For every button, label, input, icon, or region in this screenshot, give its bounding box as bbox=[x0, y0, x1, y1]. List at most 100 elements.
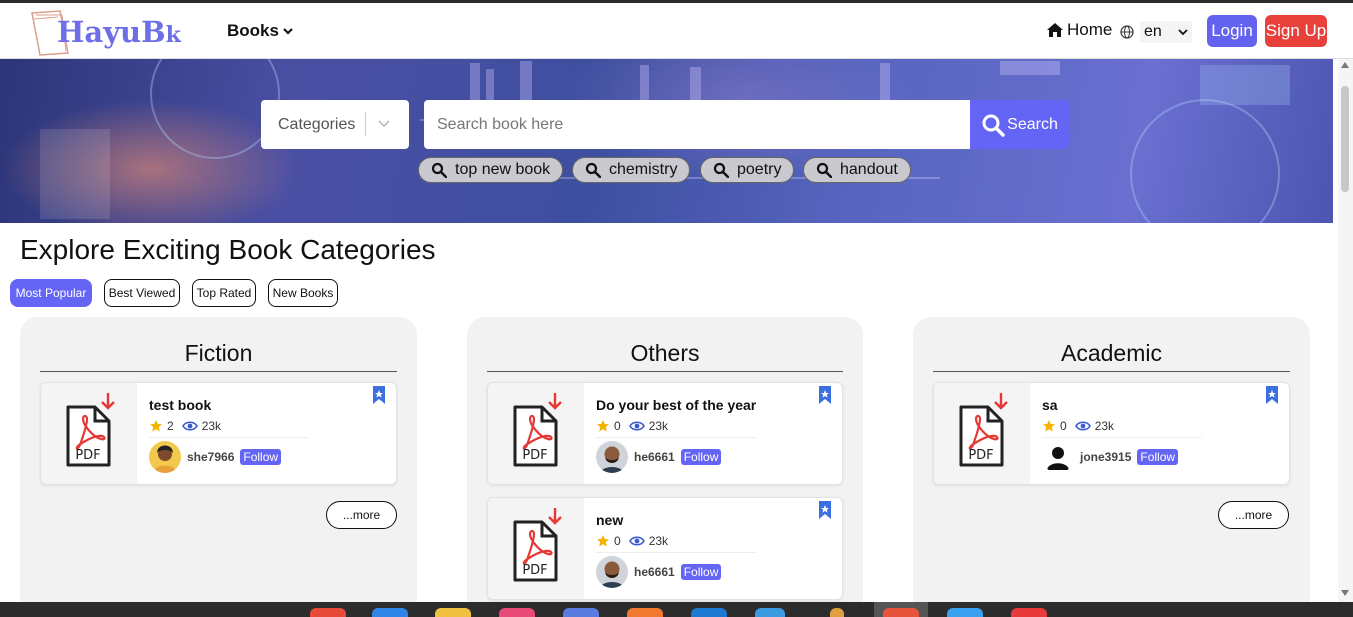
books-menu-label: Books bbox=[227, 21, 279, 40]
search-suggestion-chip[interactable]: top new book bbox=[418, 157, 564, 183]
book-rating: 0 bbox=[614, 534, 621, 548]
hero-book bbox=[1000, 61, 1060, 75]
book-rating: 0 bbox=[1060, 419, 1067, 433]
book-card[interactable]: PDF sa 0 23k jone3915 Follow bbox=[933, 382, 1290, 485]
taskbar-app-icon[interactable] bbox=[310, 608, 346, 617]
taskbar-app-icon[interactable] bbox=[830, 608, 844, 617]
tab-most-popular[interactable]: Most Popular bbox=[10, 279, 92, 307]
book-title[interactable]: test book bbox=[149, 397, 211, 413]
eye-icon bbox=[181, 421, 198, 431]
avatar[interactable] bbox=[1042, 441, 1074, 473]
search-input[interactable]: Search book here bbox=[424, 100, 970, 149]
language-select[interactable]: en bbox=[1140, 21, 1192, 43]
chip-label: poetry bbox=[737, 161, 782, 178]
category-panel-academic: Academic PDF sa 0 23k jone3915 Follow ..… bbox=[913, 317, 1310, 617]
bookmark-icon[interactable] bbox=[372, 385, 386, 405]
author-name[interactable]: she7966 bbox=[187, 450, 234, 464]
book-title[interactable]: Do your best of the year bbox=[596, 397, 756, 413]
book-author: she7966 Follow bbox=[149, 441, 282, 473]
taskbar-app-icon[interactable] bbox=[755, 608, 785, 617]
login-button[interactable]: Login bbox=[1207, 15, 1257, 47]
author-name[interactable]: he6661 bbox=[634, 450, 675, 464]
default-user-icon bbox=[1042, 441, 1074, 473]
book-rating: 2 bbox=[167, 419, 174, 433]
bookmark-icon[interactable] bbox=[818, 500, 832, 520]
home-icon bbox=[1047, 23, 1063, 37]
pdf-label: PDF bbox=[75, 448, 100, 463]
site-header: HayuBk Books Home en Login Sign Up bbox=[0, 3, 1353, 59]
follow-button[interactable]: Follow bbox=[680, 449, 722, 465]
book-stats: 0 23k bbox=[1042, 419, 1202, 438]
taskbar-app-icon[interactable] bbox=[563, 608, 599, 617]
book-card[interactable]: PDF Do your best of the year 0 23k he666… bbox=[487, 382, 843, 485]
taskbar-app-icon[interactable] bbox=[372, 608, 408, 617]
tab-top-rated[interactable]: Top Rated bbox=[192, 279, 256, 307]
star-icon bbox=[1043, 420, 1055, 432]
taskbar-app-icon[interactable] bbox=[1011, 608, 1047, 617]
author-name[interactable]: he6661 bbox=[634, 565, 675, 579]
avatar-image bbox=[596, 556, 628, 588]
language-value: en bbox=[1144, 23, 1162, 40]
eye-icon bbox=[1074, 421, 1091, 431]
avatar[interactable] bbox=[596, 441, 628, 473]
chip-label: handout bbox=[840, 161, 898, 178]
chip-label: chemistry bbox=[609, 161, 678, 178]
taskbar-app-icon[interactable] bbox=[691, 608, 727, 617]
signup-button[interactable]: Sign Up bbox=[1265, 15, 1327, 47]
logo[interactable]: HayuBk bbox=[30, 9, 181, 57]
follow-button[interactable]: Follow bbox=[1137, 449, 1179, 465]
search-suggestion-chip[interactable]: poetry bbox=[700, 157, 795, 183]
tab-new-books[interactable]: New Books bbox=[268, 279, 338, 307]
home-link-label: Home bbox=[1067, 20, 1113, 39]
search-button[interactable]: Search bbox=[970, 100, 1069, 149]
avatar[interactable] bbox=[596, 556, 628, 588]
avatar[interactable] bbox=[149, 441, 181, 473]
eye-icon bbox=[628, 421, 645, 431]
author-name[interactable]: jone3915 bbox=[1080, 450, 1131, 464]
search-icon bbox=[816, 162, 832, 178]
taskbar-app-icon[interactable] bbox=[499, 608, 535, 617]
star-icon bbox=[597, 420, 609, 432]
search-suggestion-chip[interactable]: handout bbox=[803, 157, 911, 183]
taskbar-app-icon[interactable] bbox=[947, 608, 983, 617]
divider bbox=[596, 552, 756, 553]
book-card[interactable]: PDF test book 2 23k she7966 Follow bbox=[40, 382, 397, 485]
book-title[interactable]: new bbox=[596, 512, 623, 528]
books-menu[interactable]: Books bbox=[227, 21, 294, 41]
search-icon bbox=[713, 162, 729, 178]
avatar-image bbox=[149, 441, 181, 473]
search-suggestion-chip[interactable]: chemistry bbox=[572, 157, 691, 183]
category-panel-fiction: Fiction PDF test book 2 23k she7966 Foll… bbox=[20, 317, 417, 617]
search-placeholder: Search book here bbox=[437, 115, 564, 133]
category-title: Others bbox=[487, 340, 843, 372]
follow-button[interactable]: Follow bbox=[680, 564, 722, 580]
pdf-file-icon: PDF bbox=[959, 393, 1008, 467]
book-card[interactable]: PDF new 0 23k he6661 Follow bbox=[487, 497, 843, 600]
scroll-down-arrow[interactable] bbox=[1341, 590, 1349, 596]
home-link[interactable]: Home bbox=[1046, 20, 1112, 40]
hero-ring bbox=[1130, 99, 1280, 223]
scrollbar-thumb[interactable] bbox=[1341, 86, 1349, 192]
page-title: Explore Exciting Book Categories bbox=[20, 234, 436, 265]
pdf-label: PDF bbox=[968, 448, 993, 463]
bookmark-icon[interactable] bbox=[1265, 385, 1279, 405]
divider bbox=[365, 112, 366, 136]
category-select[interactable]: Categories bbox=[261, 100, 409, 149]
taskbar-app-icon[interactable] bbox=[883, 608, 919, 617]
chip-label: top new book bbox=[455, 161, 551, 178]
more-button[interactable]: ...more bbox=[1218, 501, 1289, 529]
scroll-up-arrow[interactable] bbox=[1341, 62, 1349, 68]
book-title[interactable]: sa bbox=[1042, 397, 1058, 413]
tab-best-viewed[interactable]: Best Viewed bbox=[104, 279, 180, 307]
taskbar-app-icon[interactable] bbox=[627, 608, 663, 617]
more-button[interactable]: ...more bbox=[326, 501, 397, 529]
search-button-label: Search bbox=[1007, 115, 1058, 133]
follow-button[interactable]: Follow bbox=[240, 449, 282, 465]
book-views: 23k bbox=[648, 419, 669, 433]
bookmark-icon[interactable] bbox=[818, 385, 832, 405]
language-selector[interactable]: en bbox=[1120, 21, 1192, 43]
taskbar-app-icon[interactable] bbox=[435, 608, 471, 617]
search-icon bbox=[431, 162, 447, 178]
logo-text: HayuBk bbox=[57, 15, 181, 49]
pdf-file-icon: PDF bbox=[513, 508, 562, 582]
